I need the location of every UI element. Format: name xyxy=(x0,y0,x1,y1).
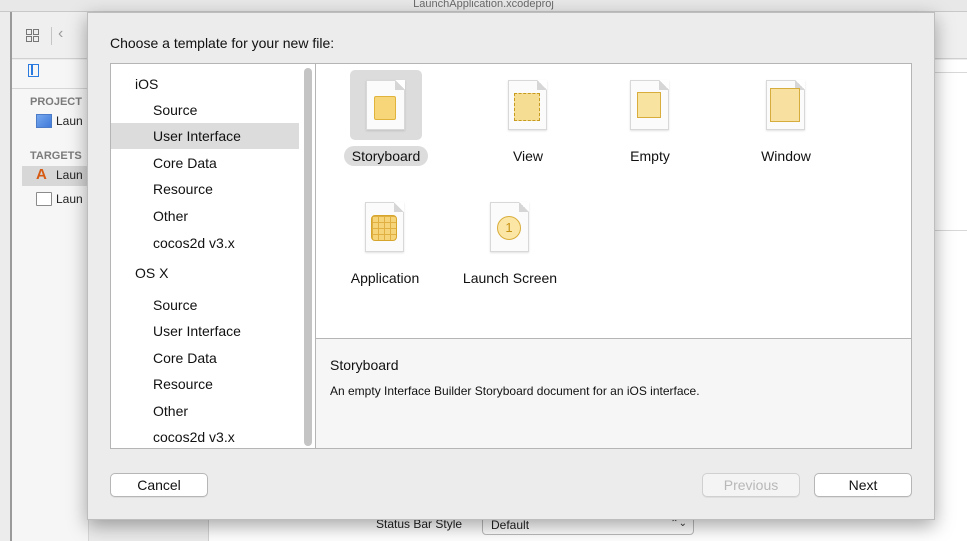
template-category-list: iOS Source User Interface Core Data Reso… xyxy=(110,63,316,449)
category-ios-cocos2d[interactable]: cocos2d v3.x xyxy=(111,230,299,256)
category-label: Core Data xyxy=(153,350,217,366)
description-title: Storyboard xyxy=(330,357,399,373)
targets-section-header: TARGETS xyxy=(30,150,82,162)
project-item-label: Laun xyxy=(56,114,83,128)
editor-divider xyxy=(935,72,967,73)
template-window[interactable]: Window xyxy=(716,66,836,186)
next-button[interactable]: Next xyxy=(814,473,912,497)
template-label: Launch Screen xyxy=(440,270,580,286)
template-label: Application xyxy=(315,270,455,286)
platform-ios: iOS xyxy=(135,76,159,92)
target-item-tests[interactable]: Laun xyxy=(22,190,89,210)
category-label: User Interface xyxy=(153,128,241,144)
description-text: An empty Interface Builder Storyboard do… xyxy=(330,384,700,398)
related-items-grid-icon[interactable] xyxy=(26,29,40,43)
template-label-text: Empty xyxy=(630,148,670,164)
project-section-header: PROJECT xyxy=(30,96,82,108)
template-view[interactable]: View xyxy=(458,66,578,186)
new-file-sheet: Choose a template for your new file: iOS… xyxy=(87,12,935,520)
template-label-text: Window xyxy=(761,148,811,164)
template-storyboard[interactable]: Storyboard xyxy=(316,66,436,186)
category-ios-other[interactable]: Other xyxy=(111,203,299,229)
category-ios-resource[interactable]: Resource xyxy=(111,176,299,202)
category-osx-core-data[interactable]: Core Data xyxy=(111,345,299,371)
target-item-label: Laun xyxy=(56,168,83,182)
category-ios-core-data[interactable]: Core Data xyxy=(111,150,299,176)
navigator-divider xyxy=(12,88,89,89)
category-ios-user-interface[interactable]: User Interface xyxy=(111,123,299,149)
template-label: View xyxy=(458,148,598,164)
navigator-toggle-icon[interactable] xyxy=(28,64,39,77)
sheet-title: Choose a template for your new file: xyxy=(110,35,335,51)
template-application[interactable]: Application xyxy=(315,188,435,308)
category-label: Source xyxy=(153,102,198,118)
category-ios-source[interactable]: Source xyxy=(111,97,299,123)
template-label: Empty xyxy=(580,148,720,164)
template-empty[interactable]: Empty xyxy=(580,66,700,186)
category-label: Resource xyxy=(153,181,213,197)
category-scrollbar[interactable] xyxy=(304,68,312,446)
project-navigator xyxy=(12,60,89,541)
window-glyph xyxy=(770,88,800,122)
project-item[interactable]: Laun xyxy=(22,112,89,132)
window-title: LaunchApplication.xcodeproj xyxy=(0,0,967,12)
cancel-button[interactable]: Cancel xyxy=(110,473,208,497)
category-osx-user-interface[interactable]: User Interface xyxy=(111,318,299,344)
category-label: Resource xyxy=(153,376,213,392)
back-chevron-icon[interactable]: ‹ xyxy=(58,25,63,43)
template-launch-screen[interactable]: 1 Launch Screen xyxy=(440,188,560,308)
template-label-text: Launch Screen xyxy=(462,270,558,286)
platform-osx: OS X xyxy=(135,265,169,281)
editor-divider xyxy=(935,230,967,231)
app-target-icon: A xyxy=(36,166,47,183)
view-glyph xyxy=(514,93,540,121)
target-item-label: Laun xyxy=(56,192,83,206)
category-label: cocos2d v3.x xyxy=(153,235,235,251)
category-label: Other xyxy=(153,403,189,419)
template-label: Window xyxy=(716,148,856,164)
category-osx-source[interactable]: Source xyxy=(111,292,299,318)
category-osx-cocos2d[interactable]: cocos2d v3.x xyxy=(111,424,299,448)
storyboard-glyph xyxy=(374,96,396,120)
toolbar-divider xyxy=(51,27,52,45)
template-label-text: Storyboard xyxy=(343,146,429,166)
category-label: Source xyxy=(153,297,198,313)
template-label-text: View xyxy=(512,148,544,164)
category-label: cocos2d v3.x xyxy=(153,429,235,445)
previous-button[interactable]: Previous xyxy=(702,473,800,497)
template-description-panel: Storyboard An empty Interface Builder St… xyxy=(316,339,912,449)
empty-glyph xyxy=(637,92,661,118)
category-osx-resource[interactable]: Resource xyxy=(111,371,299,397)
template-grid: Storyboard View Empty Window Application… xyxy=(316,63,912,339)
category-label: Core Data xyxy=(153,155,217,171)
category-label: User Interface xyxy=(153,323,241,339)
target-item-app[interactable]: A Laun xyxy=(22,166,89,186)
category-osx-other[interactable]: Other xyxy=(111,398,299,424)
application-glyph xyxy=(371,215,397,241)
template-label-text: Application xyxy=(350,270,420,286)
status-bar-style-value: Default xyxy=(491,518,530,532)
launch-screen-glyph: 1 xyxy=(497,216,521,240)
project-file-icon xyxy=(36,114,52,128)
template-label: Storyboard xyxy=(316,146,456,166)
test-target-icon xyxy=(36,192,52,206)
category-label: Other xyxy=(153,208,189,224)
